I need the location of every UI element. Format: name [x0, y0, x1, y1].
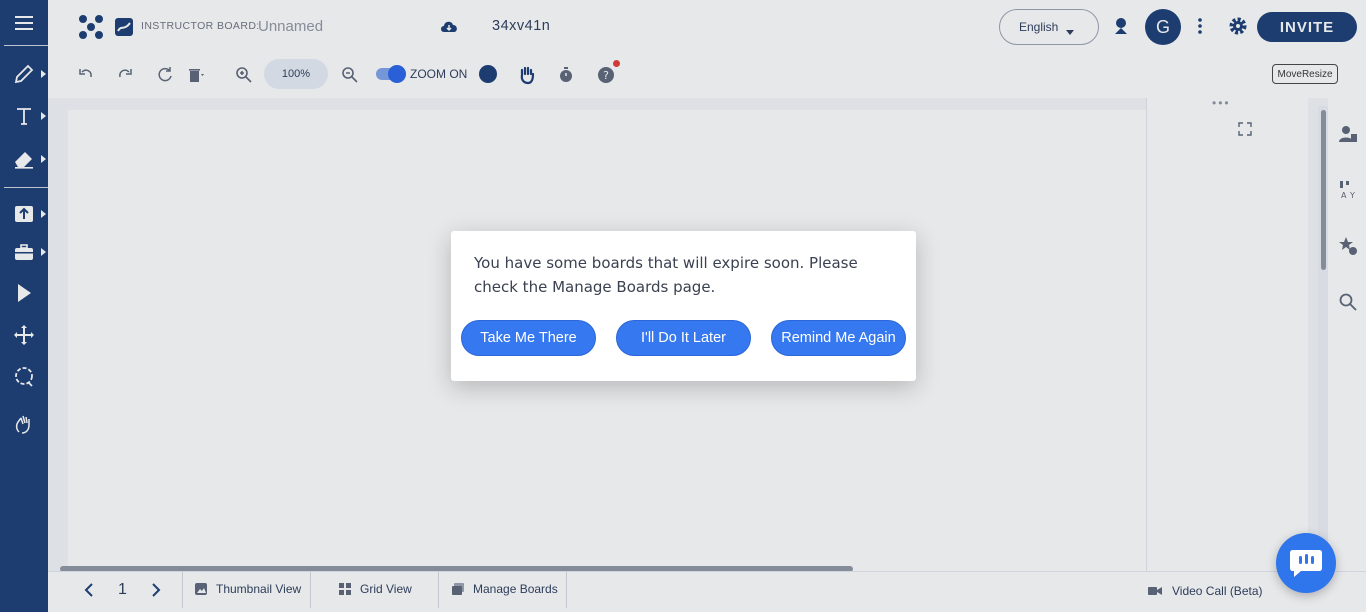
take-me-there-button[interactable]: Take Me There [461, 320, 596, 356]
dialog-message: You have some boards that will expire so… [474, 254, 858, 296]
chat-icon [1290, 550, 1322, 577]
remind-me-again-button[interactable]: Remind Me Again [771, 320, 906, 356]
chat-support-button[interactable] [1276, 533, 1336, 593]
expiry-warning-dialog: You have some boards that will expire so… [451, 231, 916, 381]
do-it-later-button[interactable]: I'll Do It Later [616, 320, 751, 356]
